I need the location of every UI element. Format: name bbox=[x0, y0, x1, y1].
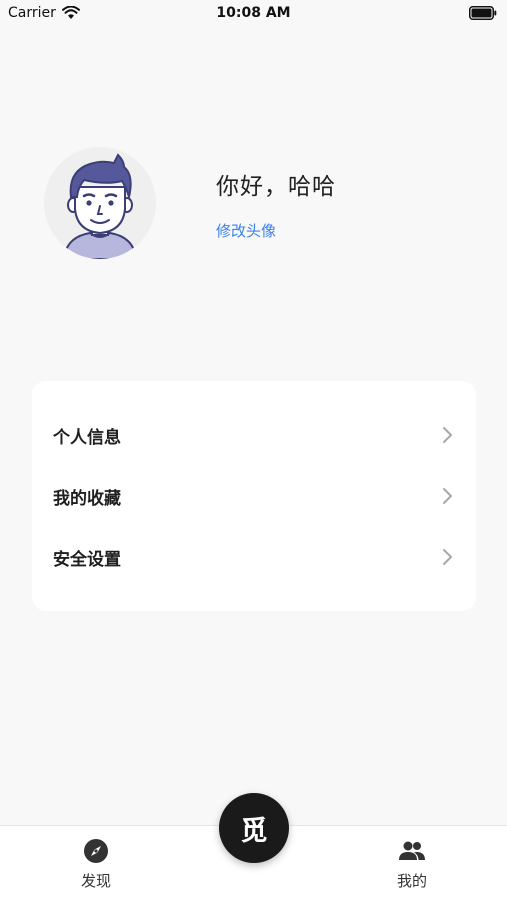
menu-card: 个人信息 我的收藏 安全设置 bbox=[32, 381, 476, 611]
greeting-text: 你好，哈哈 bbox=[216, 174, 336, 200]
tab-discover-label: 发现 bbox=[80, 872, 111, 890]
compass-icon bbox=[84, 839, 108, 863]
change-avatar-link[interactable]: 修改头像 bbox=[216, 220, 276, 241]
status-time: 10:08 AM bbox=[216, 5, 291, 21]
tab-mine-label: 我的 bbox=[396, 872, 427, 890]
tab-mine[interactable]: 我的 bbox=[372, 837, 452, 891]
avatar[interactable] bbox=[44, 147, 156, 259]
menu-item-favorites[interactable]: 我的收藏 bbox=[32, 470, 476, 522]
menu-item-personal-info[interactable]: 个人信息 bbox=[32, 409, 476, 461]
center-action-button[interactable]: 觅 bbox=[219, 793, 289, 863]
menu-item-label: 我的收藏 bbox=[53, 489, 121, 509]
menu-item-security[interactable]: 安全设置 bbox=[32, 531, 476, 583]
chevron-right-icon bbox=[443, 427, 452, 443]
avatar-illustration bbox=[44, 147, 156, 259]
battery-icon bbox=[469, 6, 497, 20]
chevron-right-icon bbox=[443, 549, 452, 565]
menu-item-label: 个人信息 bbox=[53, 428, 121, 448]
status-bar: Carrier 10:08 AM bbox=[0, 0, 507, 28]
profile-header: 你好，哈哈 修改头像 bbox=[44, 147, 464, 262]
menu-item-label: 安全设置 bbox=[53, 550, 121, 570]
people-icon bbox=[399, 841, 425, 860]
tab-discover[interactable]: 发现 bbox=[56, 837, 136, 891]
chevron-right-icon bbox=[443, 488, 452, 504]
